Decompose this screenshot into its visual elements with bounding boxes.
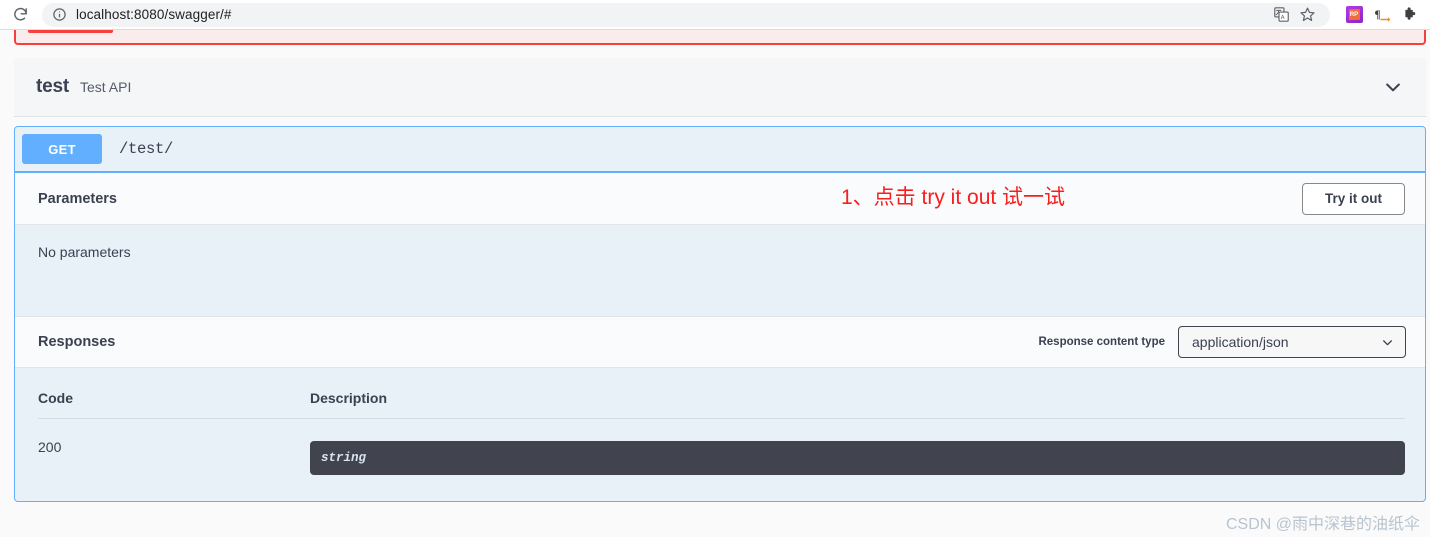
reload-icon — [13, 7, 27, 21]
bookmark-star-icon[interactable] — [1294, 3, 1320, 27]
translate-icon[interactable]: A — [1268, 3, 1294, 27]
tag-name: test — [36, 76, 69, 97]
rp-extension-badge: RP — [1345, 6, 1363, 23]
reload-button[interactable] — [6, 1, 34, 29]
response-content-type-select[interactable]: application/json — [1178, 326, 1406, 358]
url-text: localhost:8080/swagger/# — [76, 7, 232, 22]
error-alert-banner — [14, 30, 1426, 45]
parameters-title: Parameters — [38, 190, 117, 207]
response-example-code-block: string — [310, 441, 1405, 475]
responses-header: Responses Response content type applicat… — [15, 316, 1425, 368]
no-parameters-text: No parameters — [38, 244, 131, 260]
http-method-badge: GET — [22, 134, 102, 164]
swagger-page: test Test API GET /test/ Parameters 1、点击… — [0, 30, 1430, 537]
responses-title: Responses — [38, 334, 116, 350]
rp-extension-icon[interactable]: RP — [1342, 3, 1366, 27]
operation-path: /test/ — [119, 140, 174, 158]
response-content-type-value: application/json — [1192, 334, 1289, 350]
browser-toolbar: localhost:8080/swagger/# A RP ¶ — [0, 0, 1430, 30]
extension-toolbar: RP ¶ — [1338, 3, 1430, 27]
pilcrow-arrow-icon[interactable]: ¶ — [1370, 3, 1394, 27]
chevron-down-icon[interactable] — [1382, 76, 1404, 98]
tag-description: Test API — [80, 79, 132, 95]
chevron-down-icon — [1380, 335, 1394, 349]
try-it-out-button[interactable]: Try it out — [1302, 182, 1405, 215]
column-header-description: Description — [310, 368, 1405, 419]
response-example-value: string — [321, 451, 367, 465]
annotation-try-it-out: 1、点击 try it out 试一试 — [841, 186, 1066, 209]
table-header-row: Code Description — [38, 368, 1405, 419]
responses-table: Code Description 200 string — [38, 368, 1405, 475]
parameters-body: No parameters — [15, 225, 1425, 316]
response-content-type-label: Response content type — [1038, 336, 1165, 348]
error-alert-title-bar — [28, 30, 113, 33]
address-bar[interactable]: localhost:8080/swagger/# A — [42, 2, 1330, 27]
puzzle-piece-icon[interactable] — [1398, 3, 1422, 27]
rp-extension-label: RP — [1348, 9, 1360, 20]
responses-body: Code Description 200 string — [15, 368, 1425, 475]
tag-section-header[interactable]: test Test API — [14, 58, 1426, 117]
omnibox-actions: A — [1268, 3, 1320, 27]
column-header-code: Code — [38, 368, 310, 419]
operation-block-get-test: GET /test/ Parameters 1、点击 try it out 试一… — [14, 126, 1426, 502]
parameters-header: Parameters 1、点击 try it out 试一试 Try it ou… — [15, 173, 1425, 225]
table-row: 200 string — [38, 419, 1405, 475]
csdn-watermark: CSDN @雨中深巷的油纸伞 — [1225, 516, 1420, 533]
response-code: 200 — [38, 439, 62, 455]
response-description: string — [310, 419, 1405, 475]
site-info-icon[interactable] — [52, 7, 67, 22]
svg-text:A: A — [1280, 15, 1284, 21]
svg-text:¶: ¶ — [1375, 9, 1381, 21]
operation-summary[interactable]: GET /test/ — [15, 127, 1425, 173]
